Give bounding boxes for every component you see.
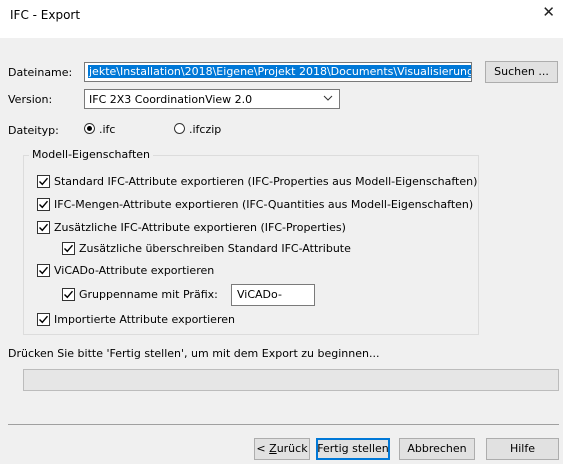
radio-ifc-label: .ifc — [99, 123, 116, 136]
checkbox-standard-ifc-label: Standard IFC-Attribute exportieren (IFC-… — [54, 175, 478, 188]
check-icon — [64, 290, 74, 299]
check-icon — [39, 315, 49, 324]
check-icon — [39, 200, 49, 209]
check-icon — [39, 266, 49, 275]
group-legend: Modell-Eigenschaften — [29, 148, 154, 161]
checkbox-gruppenname[interactable] — [62, 288, 75, 301]
help-button[interactable]: Hilfe — [486, 438, 559, 460]
version-value: IFC 2X3 CoordinationView 2.0 — [89, 93, 253, 106]
radio-ifc[interactable] — [84, 123, 95, 134]
dateiname-value: jekte\Installation\2018\Eigene\Projekt 2… — [88, 65, 471, 78]
checkbox-zusaetzliche-ifc[interactable] — [37, 221, 50, 234]
checkbox-gruppenname-label: Gruppenname mit Präfix: — [79, 288, 218, 301]
version-select[interactable]: IFC 2X3 CoordinationView 2.0 — [84, 89, 340, 109]
footer-separator — [8, 424, 559, 425]
checkbox-vicado-attribute-label: ViCADo-Attribute exportieren — [54, 264, 215, 277]
back-rest: urück — [276, 442, 308, 455]
back-button[interactable]: < Zurück — [254, 438, 310, 460]
progress-bar — [23, 369, 559, 391]
prefix-input[interactable]: ViCADo- — [231, 284, 315, 306]
checkbox-ueberschreiben[interactable] — [62, 242, 75, 255]
checkbox-ueberschreiben-label: Zusätzliche überschreiben Standard IFC-A… — [79, 242, 351, 255]
back-accel: Z — [269, 442, 277, 455]
checkbox-vicado-attribute[interactable] — [37, 264, 50, 277]
checkbox-zusaetzliche-ifc-label: Zusätzliche IFC-Attribute exportieren (I… — [54, 221, 346, 234]
radio-ifczip-label: .ifczip — [189, 123, 222, 136]
check-icon — [64, 244, 74, 253]
finish-button[interactable]: Fertig stellen — [316, 438, 390, 460]
version-label: Version: — [8, 93, 53, 106]
dateiname-input[interactable]: jekte\Installation\2018\Eigene\Projekt 2… — [84, 62, 472, 82]
close-icon[interactable]: ✕ — [542, 5, 555, 20]
status-message: Drücken Sie bitte 'Fertig stellen', um m… — [8, 347, 380, 360]
cancel-button[interactable]: Abbrechen — [399, 438, 475, 460]
checkbox-standard-ifc[interactable] — [37, 175, 50, 188]
dateiname-label: Dateiname: — [8, 66, 73, 79]
check-icon — [39, 177, 49, 186]
checkbox-importierte[interactable] — [37, 313, 50, 326]
dateityp-label: Dateityp: — [8, 124, 59, 137]
window-title: IFC - Export — [10, 8, 81, 22]
check-icon — [39, 223, 49, 232]
suchen-button[interactable]: Suchen ... — [485, 61, 558, 83]
chevron-down-icon — [323, 92, 333, 107]
checkbox-importierte-label: Importierte Attribute exportieren — [54, 313, 235, 326]
checkbox-ifc-mengen-label: IFC-Mengen-Attribute exportieren (IFC-Qu… — [54, 198, 474, 211]
back-prefix: < — [256, 442, 270, 455]
radio-ifczip[interactable] — [174, 123, 185, 134]
checkbox-ifc-mengen[interactable] — [37, 198, 50, 211]
